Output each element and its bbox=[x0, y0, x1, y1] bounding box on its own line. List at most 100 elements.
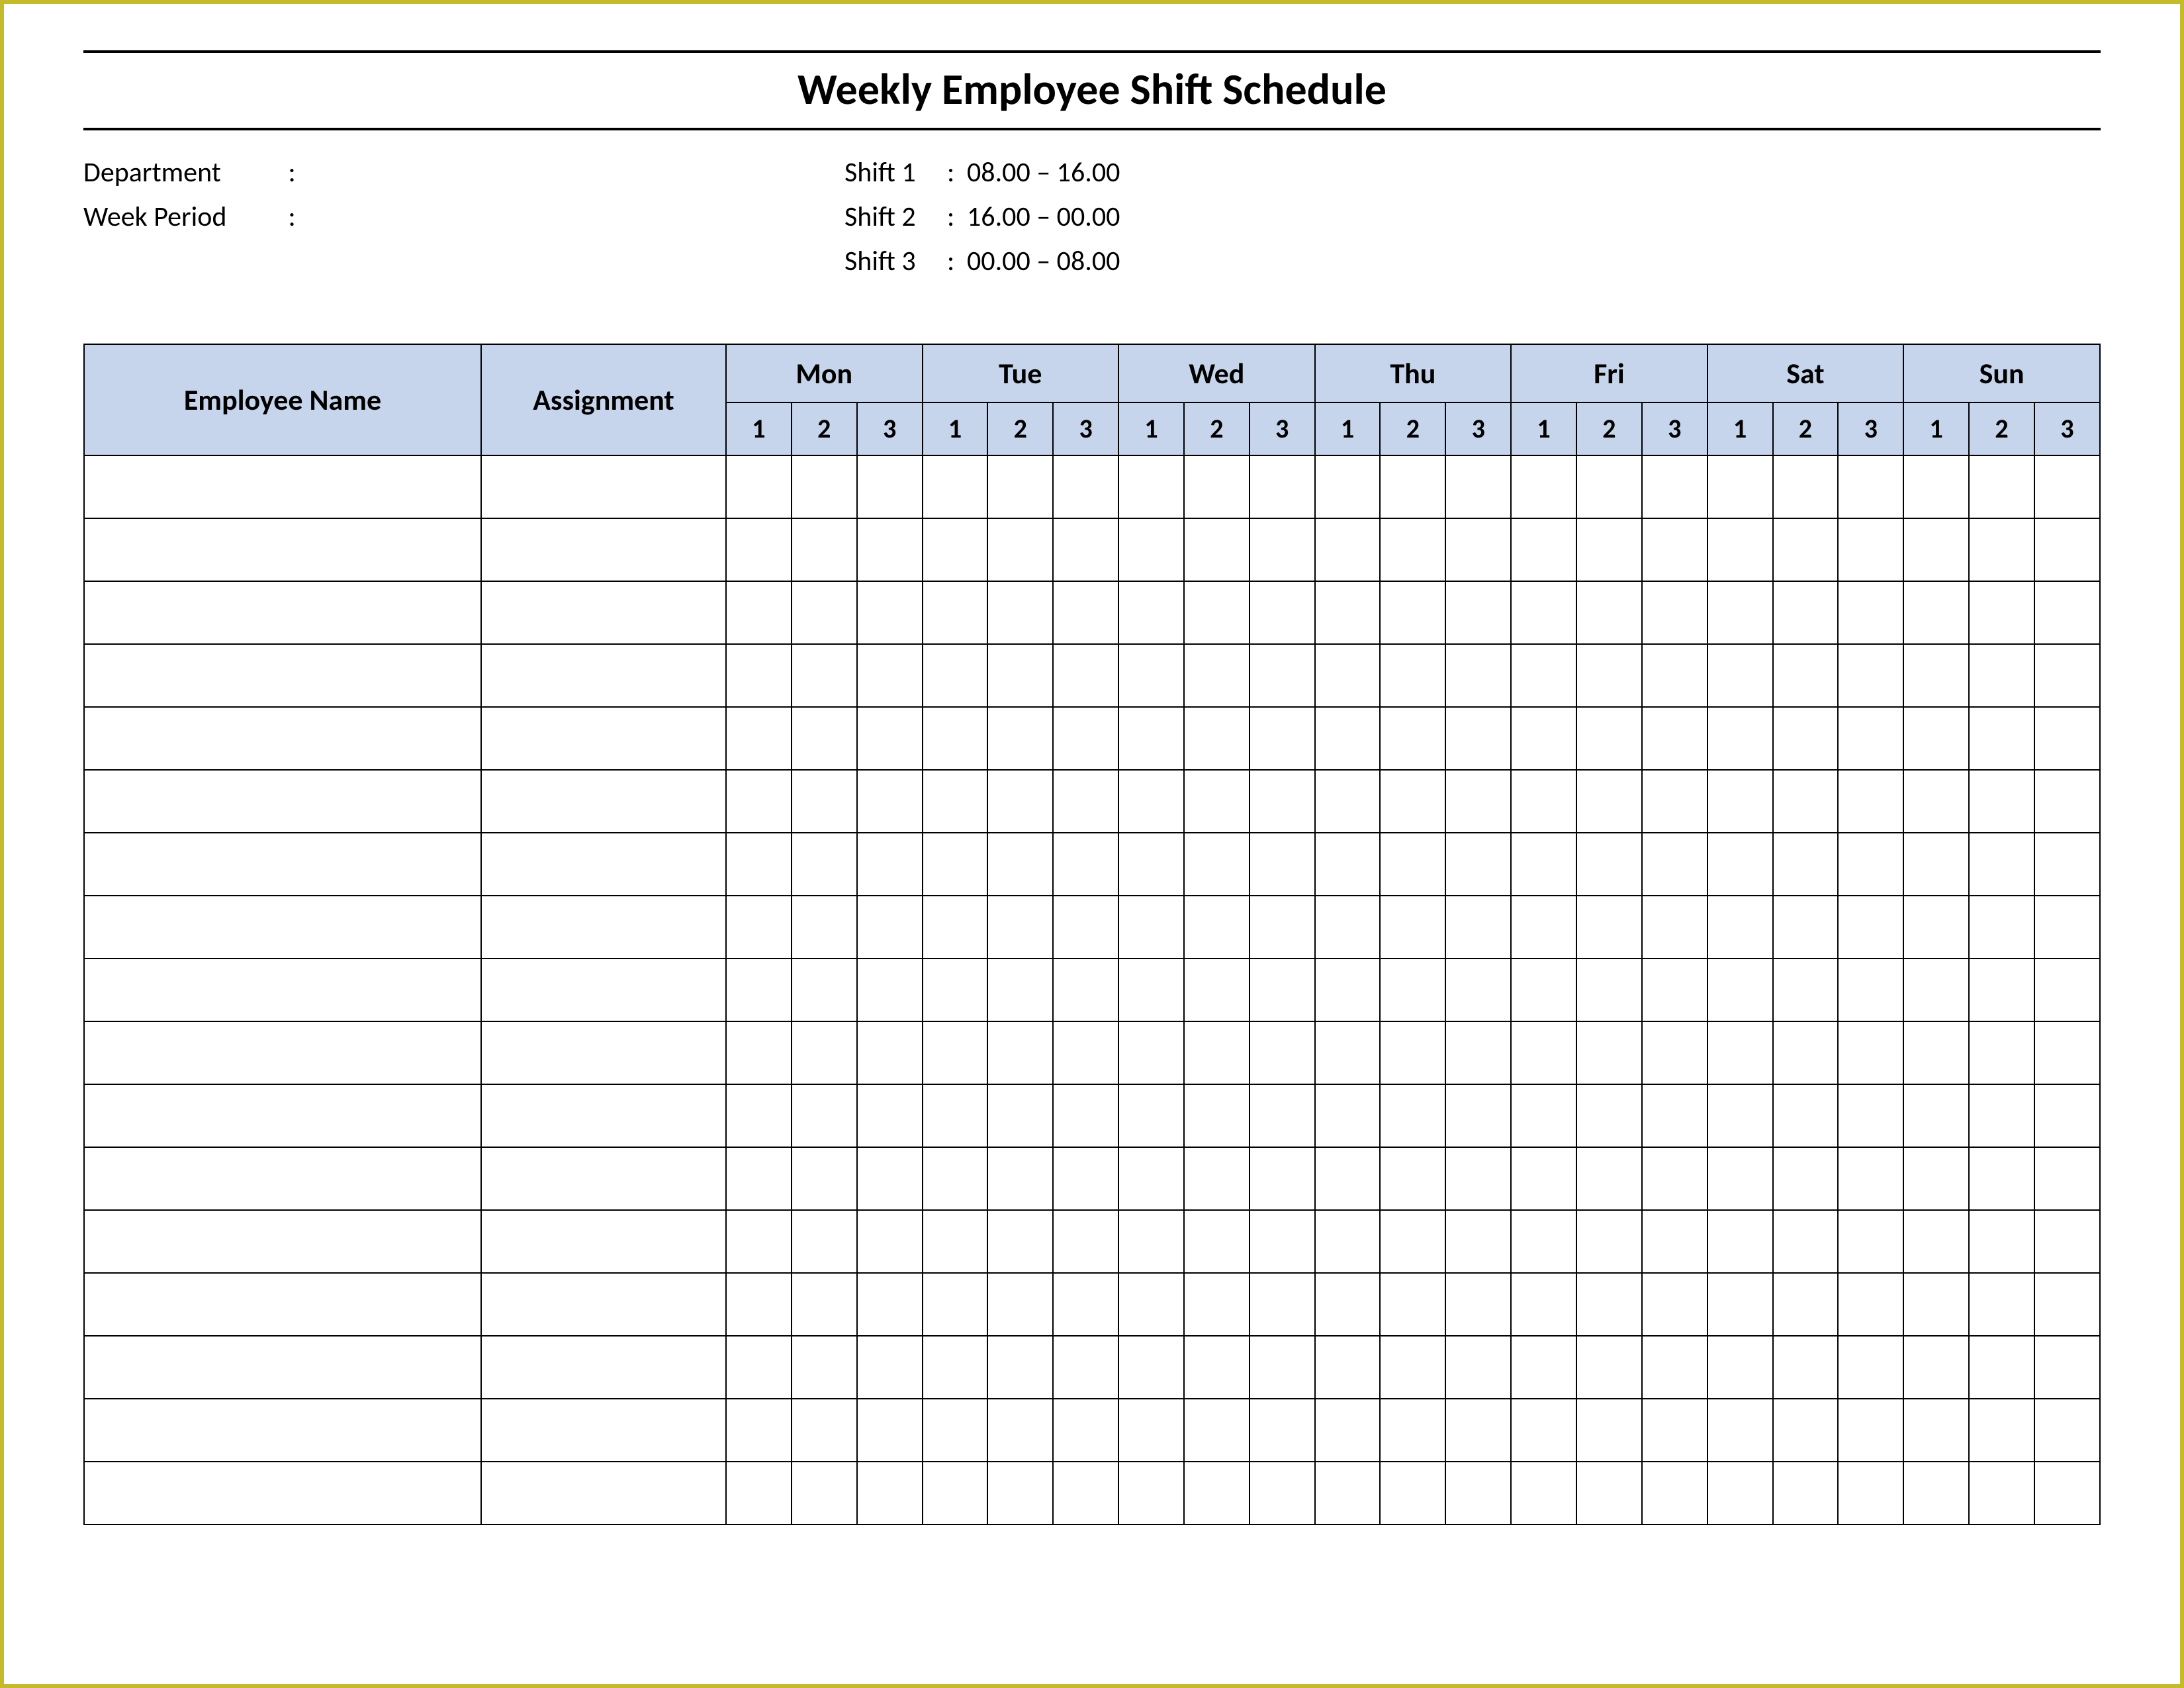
table-cell[interactable] bbox=[1380, 1399, 1445, 1462]
table-cell[interactable] bbox=[857, 518, 923, 581]
table-cell[interactable] bbox=[857, 455, 923, 518]
table-cell[interactable] bbox=[1707, 455, 1773, 518]
table-cell[interactable] bbox=[1642, 896, 1707, 959]
table-cell[interactable] bbox=[1903, 833, 1969, 896]
table-cell[interactable] bbox=[1445, 1147, 1511, 1210]
table-cell[interactable] bbox=[1315, 644, 1381, 707]
table-cell[interactable] bbox=[1511, 1021, 1576, 1084]
table-cell[interactable] bbox=[1511, 1336, 1576, 1399]
table-cell[interactable] bbox=[1838, 644, 1903, 707]
table-cell[interactable] bbox=[1903, 1084, 1969, 1147]
table-cell[interactable] bbox=[1511, 644, 1576, 707]
table-cell[interactable] bbox=[481, 455, 726, 518]
table-cell[interactable] bbox=[1445, 455, 1511, 518]
table-cell[interactable] bbox=[1511, 1462, 1576, 1524]
table-cell[interactable] bbox=[923, 1462, 988, 1524]
table-cell[interactable] bbox=[1838, 581, 1903, 644]
table-cell[interactable] bbox=[1445, 1210, 1511, 1273]
table-cell[interactable] bbox=[987, 896, 1053, 959]
table-cell[interactable] bbox=[1969, 770, 2034, 833]
table-cell[interactable] bbox=[857, 644, 923, 707]
table-cell[interactable] bbox=[1969, 1021, 2034, 1084]
table-cell[interactable] bbox=[1773, 833, 1839, 896]
table-cell[interactable] bbox=[1838, 518, 1903, 581]
table-cell[interactable] bbox=[1053, 707, 1118, 770]
table-cell[interactable] bbox=[1576, 1021, 1642, 1084]
table-cell[interactable] bbox=[1380, 644, 1445, 707]
table-cell[interactable] bbox=[84, 1210, 481, 1273]
table-cell[interactable] bbox=[84, 1021, 481, 1084]
table-cell[interactable] bbox=[1380, 1462, 1445, 1524]
table-cell[interactable] bbox=[1707, 1084, 1773, 1147]
table-cell[interactable] bbox=[987, 1336, 1053, 1399]
table-cell[interactable] bbox=[1184, 1462, 1250, 1524]
table-cell[interactable] bbox=[1315, 1336, 1381, 1399]
table-cell[interactable] bbox=[1445, 770, 1511, 833]
table-cell[interactable] bbox=[792, 644, 857, 707]
table-cell[interactable] bbox=[1773, 581, 1839, 644]
table-cell[interactable] bbox=[1511, 1210, 1576, 1273]
table-cell[interactable] bbox=[1250, 518, 1315, 581]
table-cell[interactable] bbox=[481, 1399, 726, 1462]
table-cell[interactable] bbox=[1969, 581, 2034, 644]
table-cell[interactable] bbox=[857, 833, 923, 896]
table-cell[interactable] bbox=[1380, 1273, 1445, 1336]
table-cell[interactable] bbox=[1773, 1462, 1839, 1524]
table-cell[interactable] bbox=[1315, 1273, 1381, 1336]
table-cell[interactable] bbox=[1380, 770, 1445, 833]
table-cell[interactable] bbox=[1118, 770, 1184, 833]
table-cell[interactable] bbox=[1511, 1399, 1576, 1462]
table-cell[interactable] bbox=[1576, 1336, 1642, 1399]
table-cell[interactable] bbox=[857, 896, 923, 959]
table-cell[interactable] bbox=[1773, 707, 1839, 770]
table-cell[interactable] bbox=[1380, 518, 1445, 581]
table-cell[interactable] bbox=[726, 1462, 792, 1524]
table-cell[interactable] bbox=[84, 833, 481, 896]
table-cell[interactable] bbox=[1118, 1147, 1184, 1210]
table-cell[interactable] bbox=[1576, 707, 1642, 770]
table-cell[interactable] bbox=[1118, 1084, 1184, 1147]
table-cell[interactable] bbox=[1576, 644, 1642, 707]
table-cell[interactable] bbox=[1773, 1273, 1839, 1336]
table-cell[interactable] bbox=[1380, 1336, 1445, 1399]
table-cell[interactable] bbox=[726, 770, 792, 833]
table-cell[interactable] bbox=[1250, 1336, 1315, 1399]
table-cell[interactable] bbox=[2034, 959, 2100, 1021]
table-cell[interactable] bbox=[1969, 1210, 2034, 1273]
table-cell[interactable] bbox=[1445, 896, 1511, 959]
table-cell[interactable] bbox=[1642, 455, 1707, 518]
table-cell[interactable] bbox=[84, 644, 481, 707]
table-cell[interactable] bbox=[1250, 1462, 1315, 1524]
table-cell[interactable] bbox=[857, 959, 923, 1021]
table-cell[interactable] bbox=[1315, 959, 1381, 1021]
table-cell[interactable] bbox=[987, 1399, 1053, 1462]
table-cell[interactable] bbox=[1969, 1462, 2034, 1524]
table-cell[interactable] bbox=[1250, 1021, 1315, 1084]
table-cell[interactable] bbox=[2034, 833, 2100, 896]
table-cell[interactable] bbox=[1118, 707, 1184, 770]
table-cell[interactable] bbox=[1903, 896, 1969, 959]
table-cell[interactable] bbox=[1184, 1084, 1250, 1147]
table-cell[interactable] bbox=[1250, 1399, 1315, 1462]
table-cell[interactable] bbox=[1576, 1084, 1642, 1147]
table-cell[interactable] bbox=[1838, 1399, 1903, 1462]
table-cell[interactable] bbox=[1380, 1210, 1445, 1273]
table-cell[interactable] bbox=[923, 707, 988, 770]
table-cell[interactable] bbox=[1250, 1147, 1315, 1210]
table-cell[interactable] bbox=[1903, 1021, 1969, 1084]
table-cell[interactable] bbox=[481, 644, 726, 707]
table-cell[interactable] bbox=[2034, 1273, 2100, 1336]
table-cell[interactable] bbox=[1315, 1084, 1381, 1147]
table-cell[interactable] bbox=[1184, 896, 1250, 959]
table-cell[interactable] bbox=[987, 1147, 1053, 1210]
table-cell[interactable] bbox=[1511, 518, 1576, 581]
table-cell[interactable] bbox=[1707, 959, 1773, 1021]
table-cell[interactable] bbox=[1053, 1084, 1118, 1147]
table-cell[interactable] bbox=[1576, 581, 1642, 644]
table-cell[interactable] bbox=[726, 1021, 792, 1084]
table-cell[interactable] bbox=[923, 770, 988, 833]
table-cell[interactable] bbox=[481, 1336, 726, 1399]
table-cell[interactable] bbox=[792, 1021, 857, 1084]
table-cell[interactable] bbox=[2034, 896, 2100, 959]
table-cell[interactable] bbox=[1707, 1399, 1773, 1462]
